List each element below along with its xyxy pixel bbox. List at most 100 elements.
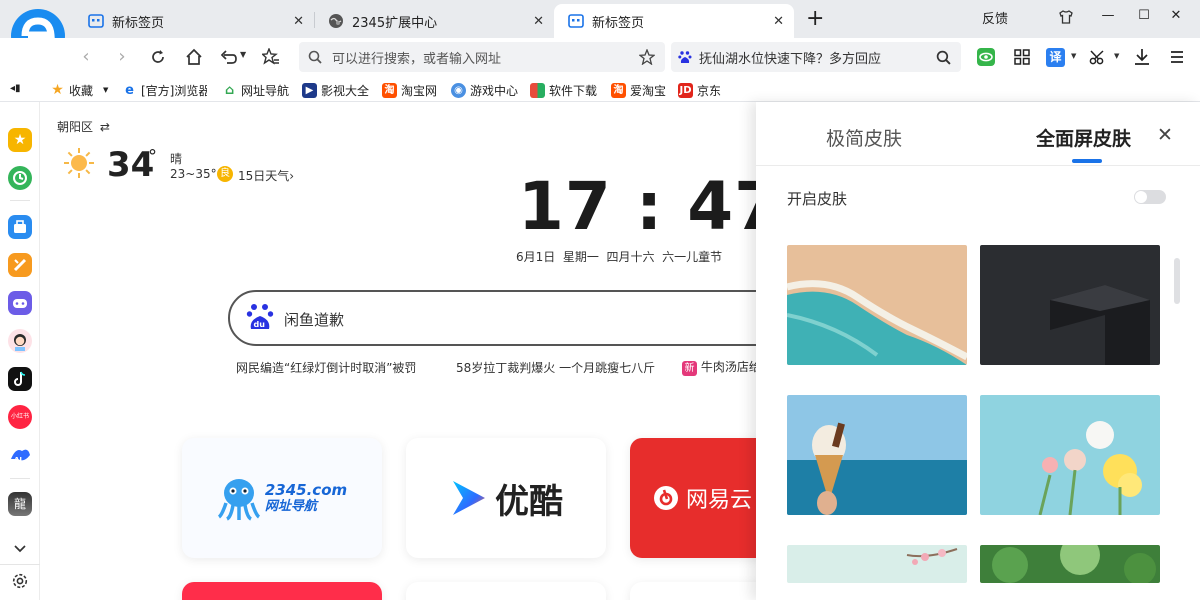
skin-thumbnail-beach[interactable]: [787, 245, 967, 365]
edit-tools-icon[interactable]: [8, 253, 32, 277]
feedback-button[interactable]: 反馈: [982, 8, 1008, 27]
apps-grid-icon[interactable]: [1014, 49, 1030, 65]
address-bar[interactable]: 可以进行搜索，或者输入网址: [299, 42, 665, 72]
tab-newtab-1[interactable]: 新标签页 ✕: [74, 4, 314, 38]
download-icon[interactable]: [1134, 48, 1150, 66]
back-icon[interactable]: ‹: [76, 46, 96, 68]
tab-newtab-active[interactable]: 新标签页 ✕: [554, 4, 794, 38]
expand-chevron-icon[interactable]: [12, 540, 28, 556]
search-query-input[interactable]: 闲鱼道歉: [284, 309, 344, 330]
bookmark-software[interactable]: 软件下载: [530, 80, 597, 100]
skin-thumbnail-flowers[interactable]: [980, 395, 1160, 515]
star-icon: ★: [51, 81, 64, 98]
weather-location[interactable]: 朝阳区 ⇄: [57, 118, 110, 135]
tab-extension-center[interactable]: 2345扩展中心 ✕: [314, 4, 554, 38]
new-tab-button[interactable]: +: [806, 6, 824, 31]
switch-location-icon[interactable]: ⇄: [100, 120, 110, 134]
tiktok-icon[interactable]: [8, 367, 32, 391]
enable-skin-toggle[interactable]: [1134, 190, 1166, 204]
search-icon[interactable]: [936, 50, 951, 65]
favorites-dropdown-icon[interactable]: ▼: [103, 86, 108, 94]
bookmark-url-nav[interactable]: ⌂ 网址导航: [222, 80, 289, 100]
tile-row2-2[interactable]: [406, 582, 606, 600]
ai-assistant-icon[interactable]: AI: [8, 443, 32, 467]
active-tab-indicator: [1072, 159, 1102, 163]
undo-icon[interactable]: [221, 49, 237, 65]
bookmark-official-browser[interactable]: e [官方]浏览器: [122, 80, 207, 100]
weather-condition: 晴: [170, 152, 183, 166]
close-panel-icon[interactable]: ✕: [1157, 124, 1173, 146]
forward-icon[interactable]: ›: [112, 46, 132, 68]
bookmark-video[interactable]: ▶ 影视大全: [302, 80, 369, 100]
octopus-mascot-icon: [217, 479, 260, 521]
undo-dropdown-icon[interactable]: ▼: [240, 50, 246, 59]
reload-icon[interactable]: [150, 49, 166, 65]
tab-minimal-skin[interactable]: 极简皮肤: [826, 124, 902, 151]
tile-row2-3[interactable]: [630, 582, 756, 600]
eye-protect-icon[interactable]: [977, 48, 995, 66]
tab-close-icon[interactable]: ✕: [293, 14, 304, 29]
tab-title: 新标签页: [592, 15, 645, 31]
xiaohongshu-icon[interactable]: 小红书: [8, 405, 32, 429]
game-dragon-icon[interactable]: 龍: [8, 492, 32, 516]
favorites-star-icon[interactable]: ★: [8, 128, 32, 152]
translate-button[interactable]: 译: [1046, 48, 1065, 67]
bookmark-games[interactable]: ◉ 游戏中心: [451, 80, 518, 100]
skin-thumbnail-green[interactable]: [980, 545, 1160, 583]
sidebar-toggle-icon[interactable]: ◂▮: [10, 83, 21, 94]
bookmark-star-icon[interactable]: [639, 49, 655, 65]
maximize-button[interactable]: ☐: [1136, 8, 1152, 23]
new-badge: 新: [682, 361, 697, 376]
taobao-icon: 淘: [611, 82, 626, 98]
close-window-button[interactable]: ✕: [1168, 8, 1184, 23]
history-clock-icon[interactable]: [8, 166, 32, 190]
sun-icon: [64, 148, 94, 178]
tile-logo-text: 2345.com: [264, 481, 348, 499]
address-input[interactable]: 可以进行搜索，或者输入网址: [332, 48, 501, 67]
favorites-list-icon[interactable]: [262, 48, 280, 66]
avatar-girl-icon[interactable]: [8, 329, 32, 353]
globe-icon: [329, 14, 343, 28]
translate-dropdown-icon[interactable]: ▼: [1071, 52, 1076, 60]
tab-title: 新标签页: [112, 15, 165, 31]
tile-netease-music[interactable]: 网易云: [630, 438, 756, 558]
skin-shirt-icon[interactable]: [1058, 9, 1074, 25]
tab-fullscreen-skin[interactable]: 全面屏皮肤: [1036, 124, 1131, 151]
tile-youku[interactable]: 优酷: [406, 438, 606, 558]
hot-news-item[interactable]: 新 牛肉汤店给: [682, 358, 756, 376]
tab-close-icon[interactable]: ✕: [773, 14, 784, 29]
search-engine-box[interactable]: 抚仙湖水位快速下降？多方回应: [671, 42, 961, 72]
baidu-paw-icon: [678, 51, 692, 63]
toolbox-icon[interactable]: [8, 215, 32, 239]
game-mascot-icon: ◉: [451, 82, 466, 98]
screenshot-dropdown-icon[interactable]: ▼: [1114, 52, 1119, 60]
scissors-screenshot-icon[interactable]: [1089, 48, 1107, 66]
settings-gear-icon[interactable]: [11, 572, 29, 590]
hot-news-item[interactable]: 网民编造“红绿灯倒计时取消”被罚: [236, 359, 416, 376]
grid-page-icon: [88, 14, 104, 28]
tile-2345-nav[interactable]: 2345.com 网址导航: [182, 438, 382, 558]
search-engine-suggestion[interactable]: 抚仙湖水位快速下降？多方回应: [699, 48, 881, 67]
bookmark-taobao[interactable]: 淘 淘宝网: [382, 80, 437, 100]
forecast-link[interactable]: 15日天气›: [238, 167, 294, 184]
bookmark-favorites[interactable]: ★ 收藏 ▼: [50, 80, 108, 100]
skin-thumbnail-dark-block[interactable]: [980, 245, 1160, 365]
bookmark-ai-taobao[interactable]: 淘 爱淘宝: [611, 80, 666, 100]
main-search-box[interactable]: du 闲鱼道歉: [228, 290, 756, 346]
skin-thumbnail-blossom[interactable]: [787, 545, 967, 583]
bookmark-jd[interactable]: JD 京东: [678, 80, 721, 100]
tile-row2-1[interactable]: [182, 582, 382, 600]
home-icon[interactable]: [185, 48, 203, 66]
clock-time: 17 : 47: [518, 168, 756, 245]
skin-thumbnail-icecream[interactable]: [787, 395, 967, 515]
jd-icon: JD: [678, 82, 693, 98]
tab-close-icon[interactable]: ✕: [533, 14, 544, 29]
menu-icon[interactable]: [1170, 50, 1184, 64]
minimize-button[interactable]: —: [1100, 8, 1116, 23]
panel-scrollbar[interactable]: [1174, 258, 1180, 304]
hot-news-item[interactable]: 58岁拉丁裁判爆火 一个月跳瘦七八斤: [456, 359, 655, 376]
youku-play-icon: [453, 481, 485, 515]
skin-panel: 极简皮肤 全面屏皮肤 ✕ 开启皮肤: [756, 102, 1200, 600]
tab-title: 2345扩展中心: [352, 15, 438, 31]
gamepad-icon[interactable]: [8, 291, 32, 315]
